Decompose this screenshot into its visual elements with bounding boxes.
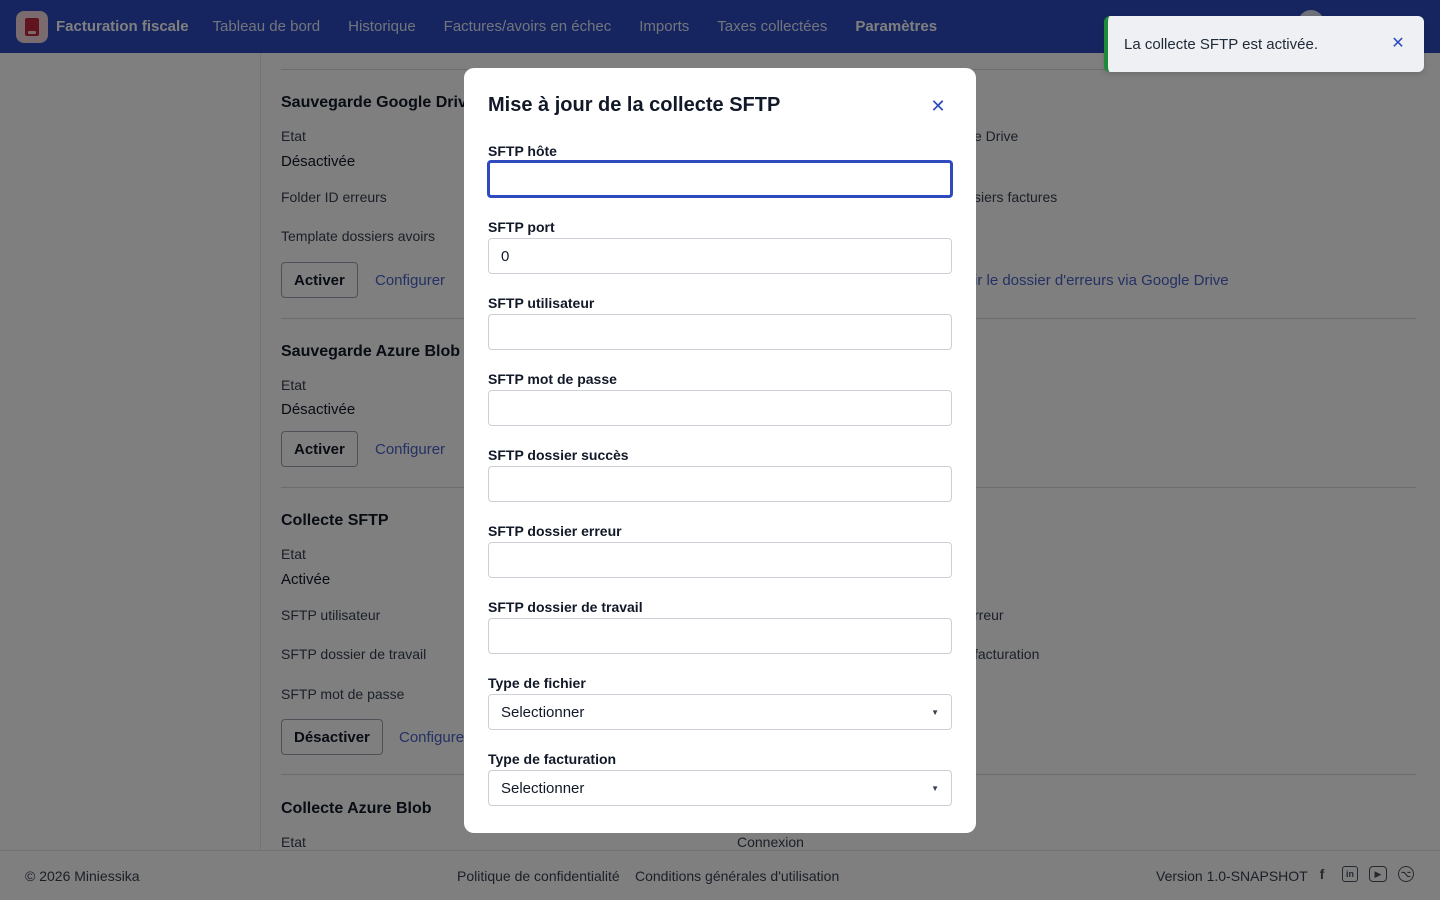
sftp-password-label: SFTP mot de passe bbox=[488, 371, 617, 387]
chevron-down-icon: ▼ bbox=[931, 707, 939, 717]
sftp-host-label: SFTP hôte bbox=[488, 143, 557, 159]
sftp-user-label: SFTP utilisateur bbox=[488, 295, 595, 311]
file-type-selected: Selectionner bbox=[501, 703, 585, 721]
sftp-error-folder-input[interactable] bbox=[488, 542, 952, 578]
sftp-success-folder-input[interactable] bbox=[488, 466, 952, 502]
chevron-down-icon: ▼ bbox=[931, 783, 939, 793]
file-type-label: Type de fichier bbox=[488, 675, 586, 691]
close-icon[interactable]: ✕ bbox=[1390, 35, 1406, 52]
billing-type-select[interactable]: Selectionner ▼ bbox=[488, 770, 952, 806]
sftp-success-folder-label: SFTP dossier succès bbox=[488, 447, 629, 463]
file-type-select[interactable]: Selectionner ▼ bbox=[488, 694, 952, 730]
sftp-host-input[interactable] bbox=[487, 160, 953, 198]
close-icon[interactable]: ✕ bbox=[930, 96, 946, 116]
sftp-port-input[interactable] bbox=[488, 238, 952, 274]
sftp-workdir-label: SFTP dossier de travail bbox=[488, 599, 643, 615]
toast-message: La collecte SFTP est activée. bbox=[1124, 35, 1318, 53]
sftp-port-label: SFTP port bbox=[488, 219, 555, 235]
sftp-user-input[interactable] bbox=[488, 314, 952, 350]
billing-type-selected: Selectionner bbox=[501, 779, 585, 797]
billing-type-label: Type de facturation bbox=[488, 751, 617, 767]
sftp-error-folder-label: SFTP dossier erreur bbox=[488, 523, 622, 539]
sftp-collect-modal: Mise à jour de la collecte SFTP ✕ SFTP h… bbox=[464, 68, 976, 833]
sftp-workdir-input[interactable] bbox=[488, 618, 952, 654]
modal-title: Mise à jour de la collecte SFTP bbox=[488, 94, 781, 116]
success-toast: La collecte SFTP est activée. ✕ bbox=[1104, 16, 1424, 72]
sftp-password-input[interactable] bbox=[488, 390, 952, 426]
